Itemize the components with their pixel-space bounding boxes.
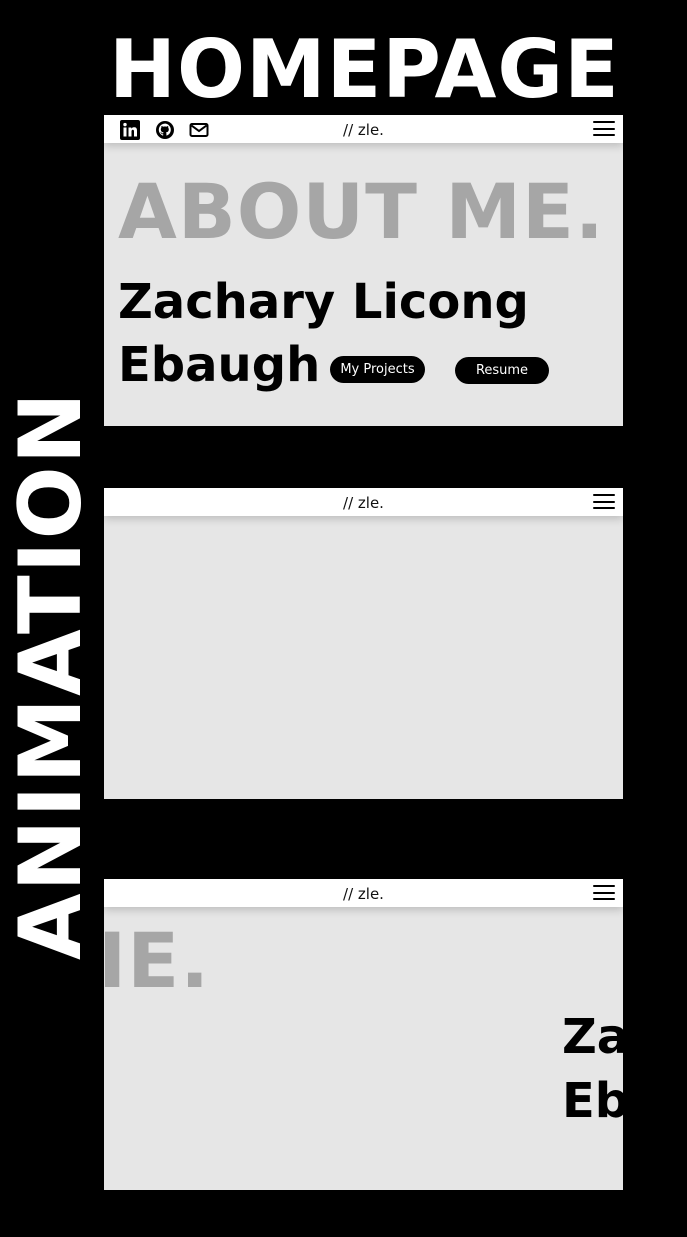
animation-heading: ANIMATION bbox=[1, 390, 101, 960]
my-projects-button[interactable]: My Projects bbox=[330, 356, 425, 383]
resume-button[interactable]: Resume bbox=[455, 357, 549, 384]
name-line-2-fragment: Eb bbox=[562, 1073, 623, 1129]
homepage-heading: HOMEPAGE bbox=[109, 23, 620, 116]
menu-icon[interactable] bbox=[593, 885, 615, 901]
homepage-frame: // zle. ABOUT ME. Zachary Licong Ebaugh … bbox=[104, 115, 623, 426]
about-title-fragment: IE. bbox=[104, 916, 211, 1005]
menu-icon[interactable] bbox=[593, 121, 615, 137]
name-line-1: Zachary Licong bbox=[118, 274, 529, 330]
name-line-1-fragment: Za bbox=[562, 1009, 623, 1065]
animation-frame-sliding: // zle. IE. Za Eb bbox=[104, 879, 623, 1190]
navbar: // zle. bbox=[104, 879, 623, 907]
menu-icon[interactable] bbox=[593, 494, 615, 510]
navbar: // zle. bbox=[104, 115, 623, 143]
name-line-2: Ebaugh bbox=[118, 337, 321, 393]
brand-logo[interactable]: // zle. bbox=[104, 879, 623, 907]
brand-logo[interactable]: // zle. bbox=[104, 488, 623, 516]
animation-frame-start: // zle. bbox=[104, 488, 623, 799]
brand-logo[interactable]: // zle. bbox=[104, 115, 623, 143]
about-title: ABOUT ME. bbox=[118, 167, 605, 256]
navbar: // zle. bbox=[104, 488, 623, 516]
